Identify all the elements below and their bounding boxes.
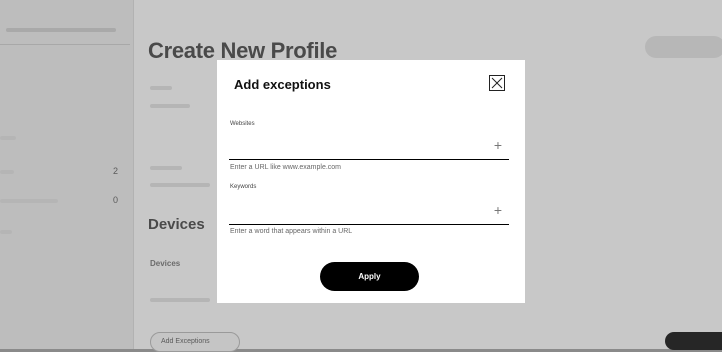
devices-label: Devices — [150, 259, 181, 268]
sidebar-divider — [0, 44, 130, 45]
websites-hint: Enter a URL like www.example.com — [230, 164, 342, 171]
sidebar-item-count: 2 — [112, 166, 118, 176]
websites-input[interactable]: + — [229, 133, 509, 160]
sidebar-header — [6, 28, 116, 32]
keywords-hint: Enter a word that appears within a URL — [230, 228, 353, 235]
form-value — [150, 183, 210, 187]
header-action-button[interactable] — [645, 36, 722, 58]
form-value — [150, 104, 190, 108]
add-website-icon[interactable]: + — [494, 137, 502, 153]
modal-title: Add exceptions — [234, 77, 331, 92]
sidebar: 2 0 — [0, 0, 134, 349]
apply-button[interactable]: Apply — [320, 262, 419, 291]
add-exceptions-label: Add Exceptions — [161, 338, 210, 345]
sidebar-item-2[interactable]: 2 — [0, 166, 126, 178]
keywords-label: Keywords — [230, 184, 257, 190]
sidebar-item-count: 0 — [112, 195, 118, 205]
sidebar-item-label — [0, 199, 58, 203]
apply-label: Apply — [358, 272, 381, 281]
add-exceptions-modal: Add exceptions Websites + Enter a URL li… — [217, 60, 525, 303]
add-exceptions-button[interactable]: Add Exceptions — [150, 332, 240, 352]
add-keyword-icon[interactable]: + — [494, 202, 502, 218]
devices-heading: Devices — [148, 216, 205, 233]
sidebar-item-1[interactable] — [0, 136, 16, 140]
form-label — [150, 86, 172, 90]
close-icon[interactable] — [489, 75, 505, 91]
websites-label: Websites — [230, 121, 255, 127]
sidebar-item-4[interactable] — [0, 230, 12, 234]
save-profile-button[interactable] — [665, 332, 722, 350]
device-name — [150, 298, 210, 302]
keywords-input[interactable]: + — [229, 198, 509, 225]
sidebar-item-3[interactable]: 0 — [0, 195, 126, 207]
form-label — [150, 166, 182, 170]
sidebar-item-label — [0, 170, 14, 174]
